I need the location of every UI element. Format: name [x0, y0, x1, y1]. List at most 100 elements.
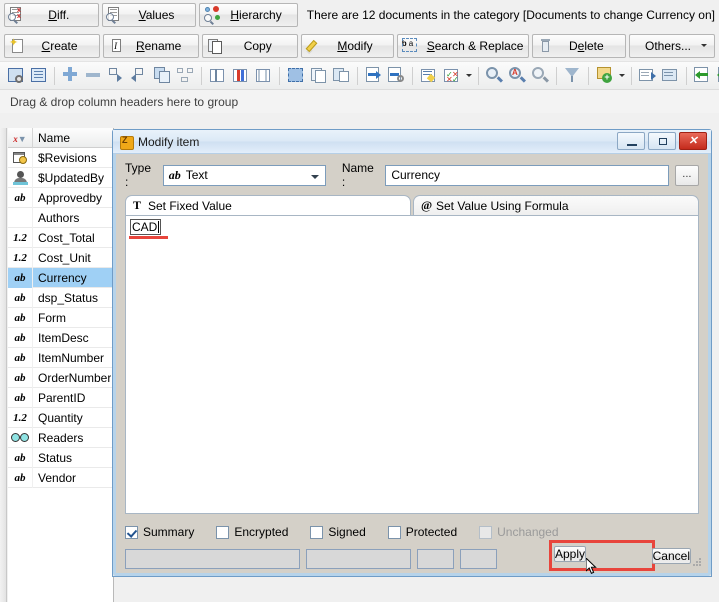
toolbar-separator — [279, 66, 280, 85]
dialog-titlebar[interactable]: Modify item ✕ — [113, 130, 711, 154]
checkbox-encrypted[interactable]: Encrypted — [216, 525, 288, 539]
link-nodes-icon[interactable] — [175, 65, 196, 86]
table-row[interactable]: 1.2 Cost_Unit — [8, 247, 113, 268]
others-button[interactable]: Others... — [628, 33, 715, 58]
properties-icon[interactable] — [418, 65, 439, 86]
check-grid-icon[interactable]: ✓ ✕ ✕ ✓ — [441, 65, 462, 86]
group-drop-bar[interactable]: Drag & drop column headers here to group — [0, 89, 719, 113]
grid-left-gutter — [0, 128, 7, 602]
grid-header-name[interactable]: Name — [33, 131, 70, 145]
copy-button[interactable]: Copy — [202, 33, 299, 58]
text-type-icon: ab — [8, 387, 33, 408]
dialog-title: Modify item — [138, 134, 200, 149]
copy-icon[interactable] — [308, 65, 329, 86]
footer-field-2[interactable] — [306, 549, 411, 569]
tab-set-value-using-formula-label: Set Value Using Formula — [436, 198, 569, 213]
chevron-down-icon[interactable] — [310, 174, 319, 179]
filter-clear-icon[interactable]: x▼ — [8, 127, 33, 148]
export-settings-icon[interactable] — [386, 65, 407, 86]
fixed-value-editor[interactable]: CAD — [125, 215, 699, 514]
tab-set-fixed-value[interactable]: T Set Fixed Value — [125, 195, 411, 215]
checkbox-protected[interactable]: Protected — [387, 525, 457, 539]
table-row[interactable]: ab ParentID — [8, 387, 113, 408]
browse-button[interactable]: ... — [674, 164, 699, 186]
table-row[interactable]: ab Approvedby — [8, 187, 113, 208]
rename-button[interactable]: I Rename — [103, 33, 200, 58]
column-blank-icon[interactable] — [253, 65, 274, 86]
table-row[interactable]: $UpdatedBy — [8, 167, 113, 188]
fixed-value-text[interactable]: CAD — [130, 219, 162, 235]
refresh-import-icon[interactable] — [715, 65, 719, 86]
type-select[interactable]: ab Text — [162, 164, 326, 186]
detail-view-icon[interactable] — [637, 65, 658, 86]
table-row[interactable]: ab dsp_Status — [8, 287, 113, 308]
checkbox-signed-box — [310, 525, 324, 539]
table-row-name: Cost_Unit — [38, 250, 91, 265]
column-color-icon[interactable] — [230, 65, 251, 86]
tab-set-value-using-formula[interactable]: @ Set Value Using Formula — [413, 195, 699, 215]
footer-field-1[interactable] — [125, 549, 300, 569]
delete-button[interactable]: Delete — [531, 33, 626, 58]
collapse-node-icon[interactable] — [129, 65, 150, 86]
modify-button[interactable]: Modify — [301, 33, 394, 58]
chevron-down-icon[interactable] — [617, 65, 626, 86]
footer-field-3[interactable] — [417, 549, 454, 569]
cancel-button[interactable]: Cancel — [651, 548, 691, 564]
zoom-letter-icon[interactable]: A — [507, 65, 528, 86]
grid-settings-icon[interactable] — [5, 65, 26, 86]
grid-list-icon[interactable] — [28, 65, 49, 86]
table-row-name: Authors — [38, 210, 80, 225]
checkbox-summary[interactable]: Summary — [125, 525, 194, 539]
import-icon[interactable] — [692, 65, 713, 86]
table-row[interactable]: ab Form — [8, 307, 113, 328]
table-row[interactable]: ab Currency — [8, 267, 113, 288]
search-replace-button[interactable]: b a Search & Replace — [396, 33, 529, 58]
field-grid[interactable]: x▼ Name $Revisions $UpdatedBy ab Approvedby… — [8, 127, 114, 602]
select-all-icon[interactable] — [285, 65, 306, 86]
collapse-view-icon[interactable] — [660, 65, 681, 86]
table-row[interactable]: 1.2 Quantity — [8, 407, 113, 428]
footer-field-4[interactable] — [460, 549, 497, 569]
hierarchy-button[interactable]: Hierarchy — [199, 3, 298, 27]
paste-icon[interactable] — [331, 65, 352, 86]
values-button[interactable]: Values — [101, 3, 197, 27]
dialog-footer: Apply Cancel — [125, 540, 699, 572]
table-row[interactable]: 1.2 Cost_Total — [8, 227, 113, 248]
table-row[interactable]: ab Status — [8, 447, 113, 468]
maximize-icon[interactable] — [648, 132, 676, 150]
export-icon[interactable] — [363, 65, 384, 86]
table-row[interactable]: ab ItemNumber — [8, 347, 113, 368]
table-row[interactable]: $Revisions — [8, 147, 113, 168]
checkbox-signed-label: Signed — [328, 525, 366, 539]
resize-grip[interactable] — [691, 558, 703, 570]
window-buttons: ✕ — [617, 132, 707, 150]
chevron-down-icon[interactable] — [464, 65, 473, 86]
filter-funnel-icon[interactable] — [562, 65, 583, 86]
table-row[interactable]: Readers — [8, 427, 113, 448]
diff-button[interactable]: x x Diff. — [4, 3, 99, 27]
table-row[interactable]: ab ItemDesc — [8, 327, 113, 348]
name-input[interactable]: Currency — [385, 164, 669, 186]
apply-button-wrap: Apply — [548, 540, 655, 571]
create-button[interactable]: ✦ Create — [4, 33, 101, 58]
remove-row-icon[interactable] — [83, 65, 104, 86]
column-split-icon[interactable] — [207, 65, 228, 86]
table-row[interactable]: Authors — [8, 207, 113, 228]
table-row[interactable]: ab Vendor — [8, 467, 113, 488]
rename-icon: I — [107, 37, 125, 55]
chevron-down-icon[interactable] — [699, 35, 708, 56]
zoom-out-icon[interactable] — [530, 65, 551, 86]
table-row-name: Status — [38, 450, 73, 465]
checkbox-signed[interactable]: Signed — [310, 525, 366, 539]
new-item-icon[interactable]: + — [594, 65, 615, 86]
zoom-find-icon[interactable] — [484, 65, 505, 86]
checkbox-unchanged: Unchanged — [479, 525, 559, 539]
table-row-name: Approvedby — [38, 190, 103, 205]
minimize-icon[interactable] — [617, 132, 645, 150]
close-icon[interactable]: ✕ — [679, 132, 707, 150]
copy-rows-icon[interactable] — [152, 65, 173, 86]
add-row-icon[interactable] — [60, 65, 81, 86]
fixed-value-content: CAD — [132, 220, 158, 234]
expand-node-icon[interactable] — [106, 65, 127, 86]
table-row[interactable]: ab OrderNumber — [8, 367, 113, 388]
